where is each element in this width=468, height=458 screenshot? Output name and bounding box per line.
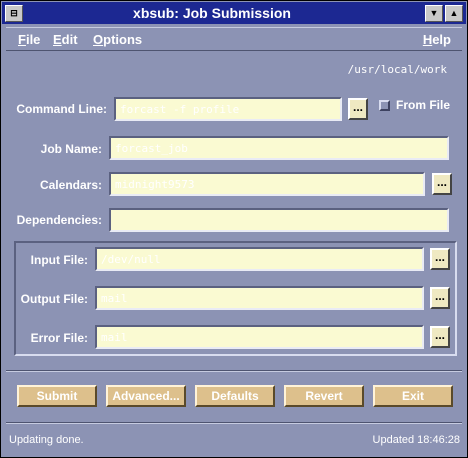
dependencies-input[interactable]: [109, 208, 449, 232]
minimize-button[interactable]: ▼: [425, 5, 443, 22]
output-file-browse-button[interactable]: ...: [430, 287, 450, 309]
from-file-label: From File: [396, 98, 451, 112]
output-file-label: Output File:: [20, 292, 88, 306]
menu-options[interactable]: Options: [93, 32, 142, 47]
status-message: Updating done.: [9, 434, 84, 446]
menu-bar: File Edit Options Help: [6, 27, 462, 51]
calendars-label: Calendars:: [39, 178, 102, 192]
submit-button[interactable]: Submit: [17, 385, 97, 407]
job-name-input[interactable]: forcast_job: [109, 136, 449, 160]
exit-button[interactable]: Exit: [373, 385, 453, 407]
error-file-label: Error File:: [30, 331, 88, 345]
command-line-input[interactable]: forcast -f profile: [114, 97, 342, 121]
title-bar[interactable]: ⊟ xbsub: Job Submission ▼ ▲: [2, 2, 466, 24]
job-name-label: Job Name:: [40, 142, 102, 156]
input-file-input[interactable]: /dev/null: [95, 247, 424, 271]
status-updated-time: Updated 18:46:28: [372, 434, 460, 446]
from-file-checkbox[interactable]: [379, 100, 390, 111]
dependencies-label: Dependencies:: [16, 213, 102, 227]
calendars-input[interactable]: midnight9573: [109, 172, 425, 196]
maximize-button[interactable]: ▲: [445, 5, 463, 22]
advanced-button[interactable]: Advanced...: [106, 385, 186, 407]
menu-file[interactable]: File: [18, 32, 40, 47]
maximize-icon: ▲: [449, 8, 459, 18]
command-line-browse-button[interactable]: ...: [348, 98, 368, 120]
error-file-browse-button[interactable]: ...: [430, 326, 450, 348]
revert-button[interactable]: Revert: [284, 385, 364, 407]
defaults-button[interactable]: Defaults: [195, 385, 275, 407]
command-line-label: Command Line:: [16, 102, 107, 116]
working-directory: /usr/local/work: [347, 63, 447, 76]
job-submission-window: ⊟ xbsub: Job Submission ▼ ▲ File Edit Op…: [0, 0, 468, 458]
separator-top: [6, 370, 462, 372]
error-file-input[interactable]: mail: [95, 325, 424, 349]
calendars-browse-button[interactable]: ...: [432, 173, 452, 195]
separator-bottom: [6, 422, 462, 424]
output-file-input[interactable]: mail: [95, 286, 424, 310]
input-file-label: Input File:: [30, 253, 88, 267]
input-file-browse-button[interactable]: ...: [430, 248, 450, 270]
menu-edit[interactable]: Edit: [53, 32, 78, 47]
menu-help[interactable]: Help: [423, 32, 451, 47]
window-title: xbsub: Job Submission: [133, 5, 291, 21]
minimize-icon: ▼: [429, 8, 439, 18]
